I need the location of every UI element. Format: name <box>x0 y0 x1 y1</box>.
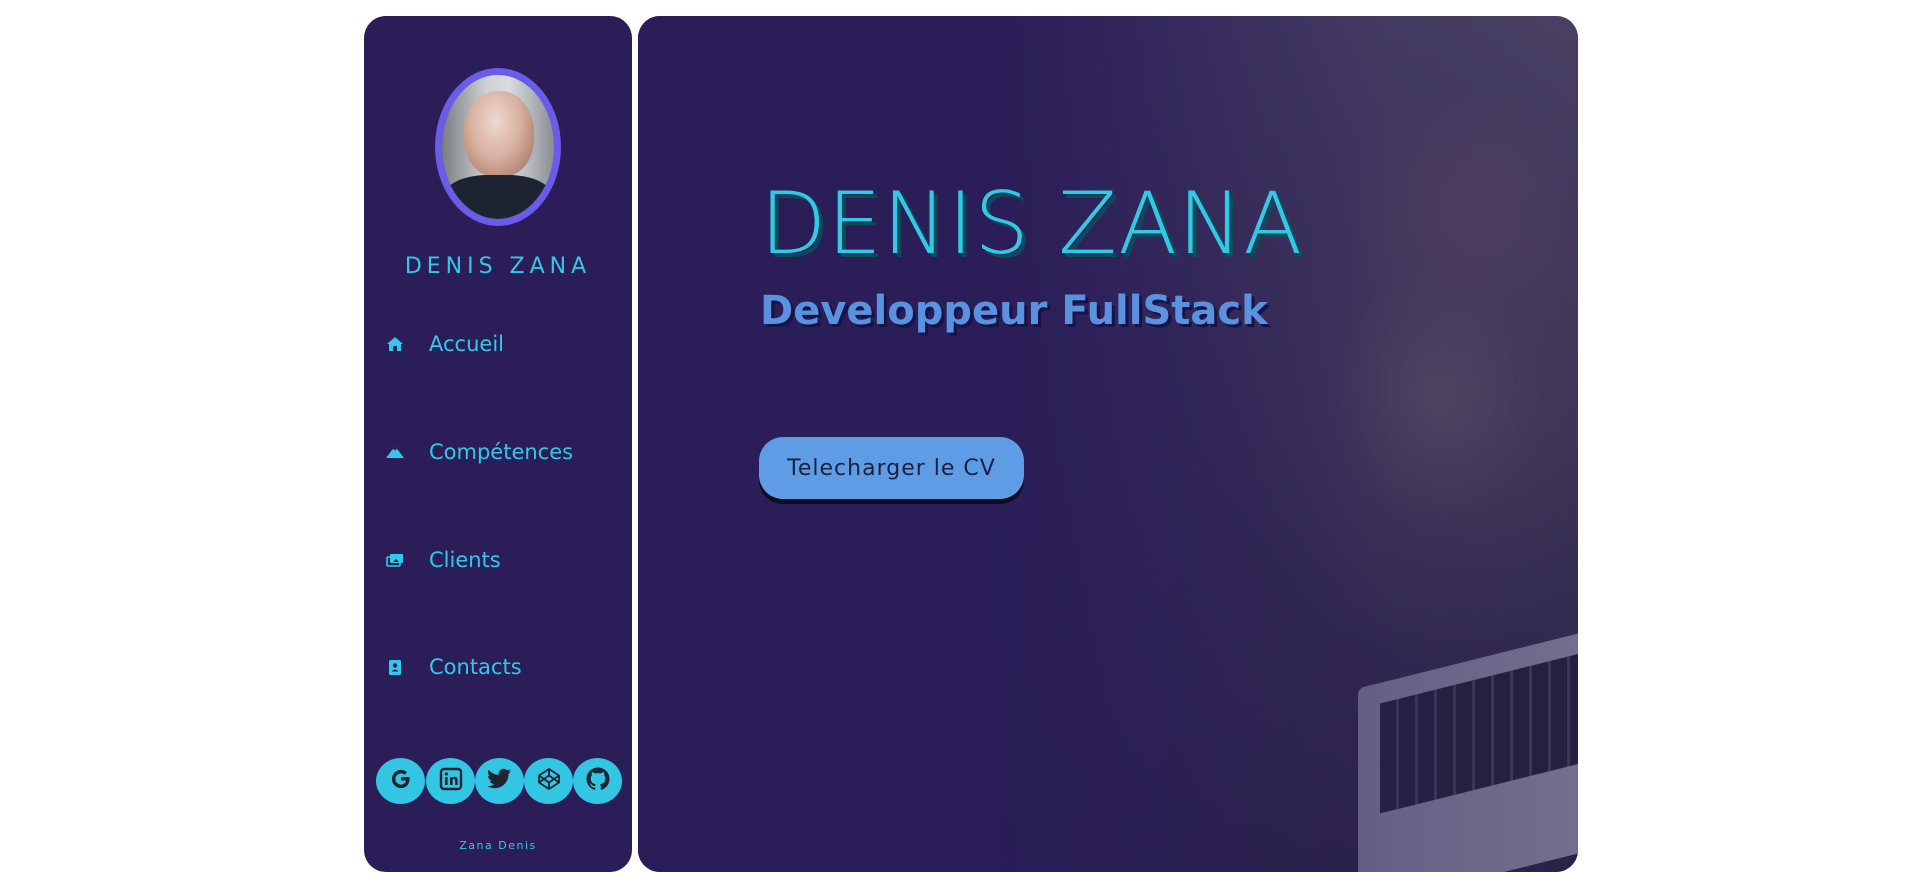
sidebar: DENIS ZANA Accueil Compétences Clients C… <box>364 16 632 872</box>
twitter-link[interactable] <box>475 758 524 804</box>
download-cv-button[interactable]: Telecharger le CV <box>759 437 1024 499</box>
page: DENIS ZANA Accueil Compétences Clients C… <box>0 0 1920 892</box>
codepen-link[interactable] <box>524 758 573 804</box>
nav-item-clients[interactable]: Clients <box>364 540 632 580</box>
home-icon <box>384 333 406 355</box>
linkedin-link[interactable] <box>426 758 475 804</box>
github-link[interactable] <box>573 758 622 804</box>
google-icon <box>388 766 414 796</box>
google-link[interactable] <box>376 758 425 804</box>
nav-label: Compétences <box>429 440 574 464</box>
nav-label: Clients <box>429 548 501 572</box>
linkedin-icon <box>439 767 463 795</box>
social-links <box>376 758 626 806</box>
hero-subtitle: Developpeur FullStack <box>760 288 1268 334</box>
nav-label: Accueil <box>429 332 504 356</box>
nav-item-accueil[interactable]: Accueil <box>364 324 632 364</box>
sidebar-name: DENIS ZANA <box>404 254 592 279</box>
nav-item-contacts[interactable]: Contacts <box>364 647 632 687</box>
codepen-icon <box>537 767 561 795</box>
nav-label: Contacts <box>429 655 522 679</box>
profile-photo <box>442 75 554 219</box>
twitter-icon <box>486 768 513 794</box>
hero-panel: DENIS ZANA Developpeur FullStack Telecha… <box>638 16 1578 872</box>
images-icon <box>384 549 406 571</box>
avatar <box>435 68 561 226</box>
hero-title: DENIS ZANA <box>760 174 1304 274</box>
github-icon <box>585 766 611 796</box>
mountain-icon <box>384 441 406 463</box>
nav-item-competences[interactable]: Compétences <box>364 432 632 472</box>
footer-credit: Zana Denis <box>459 839 537 852</box>
contact-card-icon <box>384 656 406 678</box>
